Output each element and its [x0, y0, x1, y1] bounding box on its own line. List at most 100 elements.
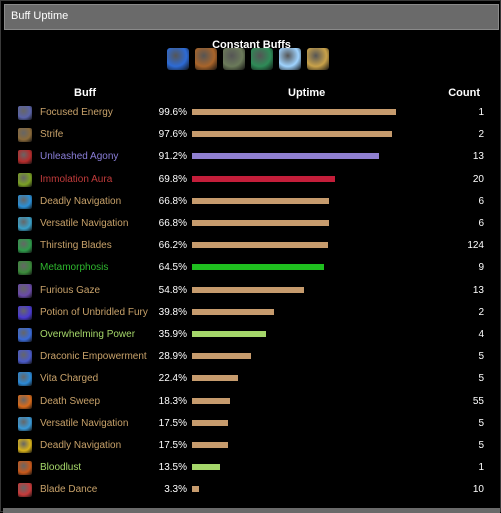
- column-header-buff: Buff: [74, 87, 96, 99]
- stone-pillar-icon[interactable]: [223, 48, 245, 70]
- buff-name-link[interactable]: Bloodlust: [40, 462, 81, 473]
- buff-row: Unleashed Agony 91.2% 13: [1, 149, 501, 171]
- buff-count: 13: [472, 151, 484, 163]
- unleashed-agony-icon[interactable]: [18, 150, 32, 165]
- buff-row: Immolation Aura 69.8% 20: [1, 172, 501, 194]
- uptime-percent: 69.8%: [158, 173, 187, 185]
- buff-row: Bloodlust 13.5% 1: [1, 460, 501, 482]
- uptime-percent: 28.9%: [158, 351, 187, 363]
- buff-row: Strife 97.6% 2: [1, 127, 501, 149]
- thirsting-blades-icon[interactable]: [18, 239, 32, 254]
- uptime-percent: 3.3%: [164, 484, 187, 496]
- metamorphosis-icon[interactable]: [18, 261, 32, 276]
- ice-crystal-icon[interactable]: [279, 48, 301, 70]
- horizontal-scrollbar[interactable]: [3, 508, 500, 513]
- buff-row: Blade Dance 3.3% 10: [1, 482, 501, 504]
- buff-uptime-panel: Buff Uptime Constant Buffs Buff Uptime C…: [0, 0, 501, 513]
- panel-title: Buff Uptime: [11, 10, 69, 22]
- uptime-bar: [192, 153, 379, 160]
- buff-name-link[interactable]: Strife: [40, 129, 63, 140]
- uptime-bar: [192, 353, 251, 360]
- versatile-navigation-icon[interactable]: [18, 217, 32, 231]
- buff-count: 124: [467, 240, 484, 252]
- uptime-percent: 17.5%: [158, 440, 187, 451]
- uptime-bar: [192, 220, 329, 226]
- strife-icon[interactable]: [18, 128, 32, 143]
- buff-count: 5: [478, 417, 484, 429]
- uptime-percent: 22.4%: [158, 373, 187, 385]
- uptime-percent: 13.5%: [158, 462, 187, 474]
- immolation-aura-icon[interactable]: [18, 172, 32, 187]
- buff-count: 6: [478, 218, 484, 229]
- buff-row: Vita Charged 22.4% 5: [1, 371, 501, 393]
- uptime-percent: 39.8%: [158, 306, 187, 318]
- uptime-percent: 18.3%: [158, 395, 187, 407]
- buff-count: 9: [478, 262, 484, 274]
- uptime-bar: [192, 375, 238, 382]
- buff-count: 2: [478, 306, 484, 318]
- death-sweep-icon[interactable]: [18, 394, 32, 409]
- uptime-percent: 99.6%: [158, 107, 187, 118]
- buff-name-link[interactable]: Metamorphosis: [40, 262, 108, 273]
- uptime-percent: 17.5%: [158, 417, 187, 429]
- uptime-bar: [192, 286, 304, 293]
- buff-count: 5: [478, 440, 484, 451]
- buff-count: 55: [472, 395, 484, 407]
- buff-name-link[interactable]: Draconic Empowerment: [40, 351, 147, 362]
- vita-charged-icon[interactable]: [18, 372, 32, 387]
- buff-name-link[interactable]: Focused Energy: [40, 107, 113, 118]
- uptime-bar: [192, 308, 274, 315]
- arcane-swirl-icon[interactable]: [167, 48, 189, 70]
- buff-name-link[interactable]: Death Sweep: [40, 396, 100, 407]
- buff-name-link[interactable]: Blade Dance: [40, 484, 97, 495]
- buff-count: 1: [478, 462, 484, 474]
- uptime-percent: 66.2%: [158, 240, 187, 252]
- buff-row: Overwhelming Power 35.9% 4: [1, 327, 501, 349]
- buff-count: 20: [472, 173, 484, 185]
- uptime-percent: 66.8%: [158, 218, 187, 229]
- uptime-percent: 35.9%: [158, 329, 187, 340]
- uptime-bar: [192, 464, 220, 471]
- buff-name-link[interactable]: Overwhelming Power: [40, 329, 135, 340]
- buff-count: 10: [472, 484, 484, 496]
- uptime-bar: [192, 419, 228, 426]
- golden-hoof-icon[interactable]: [307, 48, 329, 70]
- buff-name-link[interactable]: Potion of Unbridled Fury: [40, 307, 148, 318]
- overwhelming-power-icon[interactable]: [18, 328, 32, 342]
- buff-row: Deadly Navigation 66.8% 6: [1, 194, 501, 216]
- buff-name-link[interactable]: Immolation Aura: [40, 174, 112, 185]
- furious-gaze-icon[interactable]: [18, 283, 32, 298]
- uptime-bar: [192, 131, 392, 138]
- buff-count: 5: [478, 351, 484, 363]
- buff-name-link[interactable]: Furious Gaze: [40, 285, 100, 296]
- buff-name-link[interactable]: Versatile Navigation: [40, 418, 128, 429]
- constant-buffs-icons: [167, 48, 329, 72]
- uptime-bar: [192, 397, 230, 404]
- uptime-bar: [192, 242, 328, 249]
- deadly-navigation-icon[interactable]: [18, 194, 32, 209]
- buff-count: 4: [478, 329, 484, 340]
- draconic-empowerment-icon[interactable]: [18, 350, 32, 365]
- buff-name-link[interactable]: Vita Charged: [40, 373, 98, 384]
- potion-icon[interactable]: [18, 305, 32, 320]
- buff-name-link[interactable]: Unleashed Agony: [40, 151, 118, 162]
- uptime-percent: 91.2%: [158, 151, 187, 163]
- bloodlust-icon[interactable]: [18, 461, 32, 476]
- deadly-navigation-icon[interactable]: [18, 439, 32, 453]
- blade-dance-icon[interactable]: [18, 483, 32, 498]
- buff-row: Focused Energy 99.6% 1: [1, 105, 501, 127]
- buff-name-link[interactable]: Thirsting Blades: [40, 240, 112, 251]
- uptime-bar: [192, 175, 335, 182]
- green-orb-icon[interactable]: [251, 48, 273, 70]
- column-header-uptime: Uptime: [288, 87, 326, 99]
- focused-energy-icon[interactable]: [18, 106, 32, 120]
- buff-row: Deadly Navigation 17.5% 5: [1, 438, 501, 460]
- panel-header: Buff Uptime: [4, 4, 499, 30]
- buff-count: 5: [478, 373, 484, 385]
- buff-name-link[interactable]: Deadly Navigation: [40, 440, 121, 451]
- versatile-navigation-icon[interactable]: [18, 416, 32, 431]
- buff-name-link[interactable]: Versatile Navigation: [40, 218, 128, 229]
- demon-face-icon[interactable]: [195, 48, 217, 70]
- buff-row: Versatile Navigation 66.8% 6: [1, 216, 501, 238]
- buff-name-link[interactable]: Deadly Navigation: [40, 196, 121, 207]
